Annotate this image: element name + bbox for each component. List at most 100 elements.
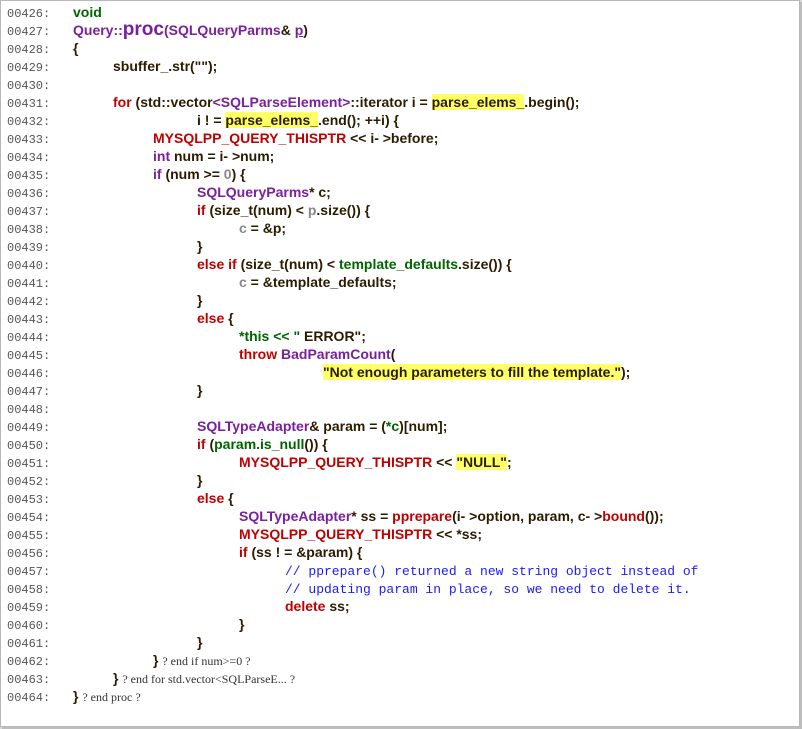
- line-code: if (ss ! = &param) {: [239, 543, 362, 561]
- code-token: }: [153, 652, 163, 668]
- code-token: c: [239, 274, 247, 290]
- code-comment: ? end proc ?: [82, 690, 141, 704]
- code-comment: // updating param in place, so we need t…: [285, 582, 691, 597]
- code-token: .size()) {: [458, 256, 512, 272]
- code-line: 00430:: [7, 75, 795, 93]
- code-token: <<: [432, 454, 457, 470]
- line-code: void: [73, 3, 102, 21]
- code-token: .size()) {: [316, 202, 371, 218]
- code-line: 00449: SQLTypeAdapter& param = (*c)[num];: [7, 417, 795, 435]
- code-token: <SQLParseElement>: [212, 94, 351, 110]
- code-token: & param = (: [309, 418, 386, 434]
- code-token: << i- >before;: [346, 130, 439, 146]
- code-token: {: [224, 490, 234, 506]
- code-line: 00453: else {: [7, 489, 795, 507]
- code-token: i ! =: [197, 112, 226, 128]
- line-code: }: [197, 291, 202, 309]
- code-token: ;: [506, 454, 512, 470]
- line-code: }: [197, 381, 202, 399]
- line-code: } ? end proc ?: [73, 687, 141, 706]
- code-token: );: [620, 364, 631, 380]
- code-line: 00433: MYSQLPP_QUERY_THISPTR << i- >befor…: [7, 129, 795, 147]
- code-token: )[num];: [399, 418, 448, 434]
- code-token: << *ss;: [432, 526, 483, 542]
- code-line: 00458:// updating param in place, so we …: [7, 579, 795, 597]
- line-code: } ? end if num>=0 ?: [153, 651, 251, 670]
- code-token: ) {: [231, 166, 246, 182]
- code-token: MYSQLPP_QUERY_THISPTR: [239, 526, 433, 542]
- code-token: (std::vector: [131, 94, 213, 110]
- code-token: = &p;: [246, 220, 287, 236]
- code-line: 00460:}: [7, 615, 795, 633]
- code-line: 00455: MYSQLPP_QUERY_THISPTR << *ss;: [7, 525, 795, 543]
- code-token: = &template_defaults;: [246, 274, 397, 290]
- code-token: }: [197, 382, 203, 398]
- code-token: MYSQLPP_QUERY_THISPTR: [153, 130, 347, 146]
- line-code: MYSQLPP_QUERY_THISPTR << "NULL";: [239, 453, 512, 471]
- code-line: 00461:}: [7, 633, 795, 651]
- code-token: &: [280, 22, 295, 38]
- code-token: }: [197, 292, 203, 308]
- code-token: *this << ": [239, 328, 301, 344]
- line-code: if (param.is_null()) {: [197, 435, 328, 453]
- code-comment: ? end if num>=0 ?: [162, 654, 251, 668]
- code-line: 00427: Query::proc(SQLQueryParms& p): [7, 20, 795, 39]
- line-code: Query::proc(SQLQueryParms& p): [73, 20, 308, 39]
- code-comment: // pprepare() returned a new string obje…: [285, 564, 699, 579]
- code-line: 00451: MYSQLPP_QUERY_THISPTR << "NULL";: [7, 453, 795, 471]
- line-code: SQLQueryParms* c;: [197, 183, 331, 201]
- line-code: if (size_t(num) < p.size()) {: [197, 201, 370, 219]
- line-code: throw BadParamCount(: [239, 345, 395, 363]
- code-token: ());: [644, 508, 664, 524]
- code-token: pprepare: [392, 508, 453, 524]
- code-token: ): [303, 22, 308, 38]
- code-line: 00445: throw BadParamCount(: [7, 345, 795, 363]
- code-line: 00446: "Not enough parameters to fill the…: [7, 363, 795, 381]
- line-code: c = &p;: [239, 219, 286, 237]
- code-line: 00438: c = &p;: [7, 219, 795, 237]
- line-code: {: [73, 39, 78, 57]
- code-line: 00454: SQLTypeAdapter* ss = pprepare(i- >…: [7, 507, 795, 525]
- code-token: if: [197, 436, 206, 452]
- line-code: SQLTypeAdapter& param = (*c)[num];: [197, 417, 447, 435]
- line-code: SQLTypeAdapter* ss = pprepare(i- >option…: [239, 507, 664, 525]
- code-token: 0: [223, 166, 232, 182]
- line-code: }: [197, 633, 202, 651]
- code-line: 00459: delete ss;: [7, 597, 795, 615]
- code-token: ::iterator i =: [350, 94, 432, 110]
- code-line: 00452:}: [7, 471, 795, 489]
- code-line: 00462:} ? end if num>=0 ?: [7, 651, 795, 669]
- code-token: }: [73, 688, 83, 704]
- line-code: else {: [197, 489, 234, 507]
- code-token: param.is_null: [214, 436, 305, 452]
- line-code: delete ss;: [285, 597, 350, 615]
- code-token: SQLTypeAdapter: [239, 508, 352, 524]
- code-token: if: [197, 202, 206, 218]
- code-token: ()) {: [304, 436, 328, 452]
- code-token: delete: [285, 598, 326, 614]
- code-token: (SQLQueryParms: [163, 22, 281, 38]
- line-code: else if (size_t(num) < template_defaults…: [197, 255, 512, 273]
- line-code: *this << " ERROR";: [239, 327, 366, 345]
- code-token: }: [197, 634, 203, 650]
- code-line: 00456: if (ss ! = &param) {: [7, 543, 795, 561]
- code-token: (size_t(num) <: [205, 202, 308, 218]
- line-code: sbuffer_.str("");: [113, 57, 217, 75]
- code-token: else if: [197, 256, 237, 272]
- code-token: (i- >option, param, c- >: [452, 508, 603, 524]
- code-line: 00463:} ? end for std.vector<SQLParseE..…: [7, 669, 795, 687]
- code-token: (: [390, 346, 396, 362]
- code-token: else: [197, 310, 225, 326]
- code-line: 00431: for (std::vector<SQLParseElement>:…: [7, 93, 795, 111]
- code-token: }: [113, 670, 123, 686]
- code-token: (ss ! = &param) {: [247, 544, 363, 560]
- code-token: void: [73, 4, 102, 20]
- code-token: parse_elems_: [431, 94, 525, 110]
- code-token: }: [197, 472, 203, 488]
- code-line: 00444: *this << " ERROR";: [7, 327, 795, 345]
- code-token: (size_t(num) <: [236, 256, 339, 272]
- code-token: MYSQLPP_QUERY_THISPTR: [239, 454, 433, 470]
- code-token: Query::: [73, 22, 123, 38]
- code-line: 00464:} ? end proc ?: [7, 687, 795, 705]
- line-code: MYSQLPP_QUERY_THISPTR << *ss;: [239, 525, 482, 543]
